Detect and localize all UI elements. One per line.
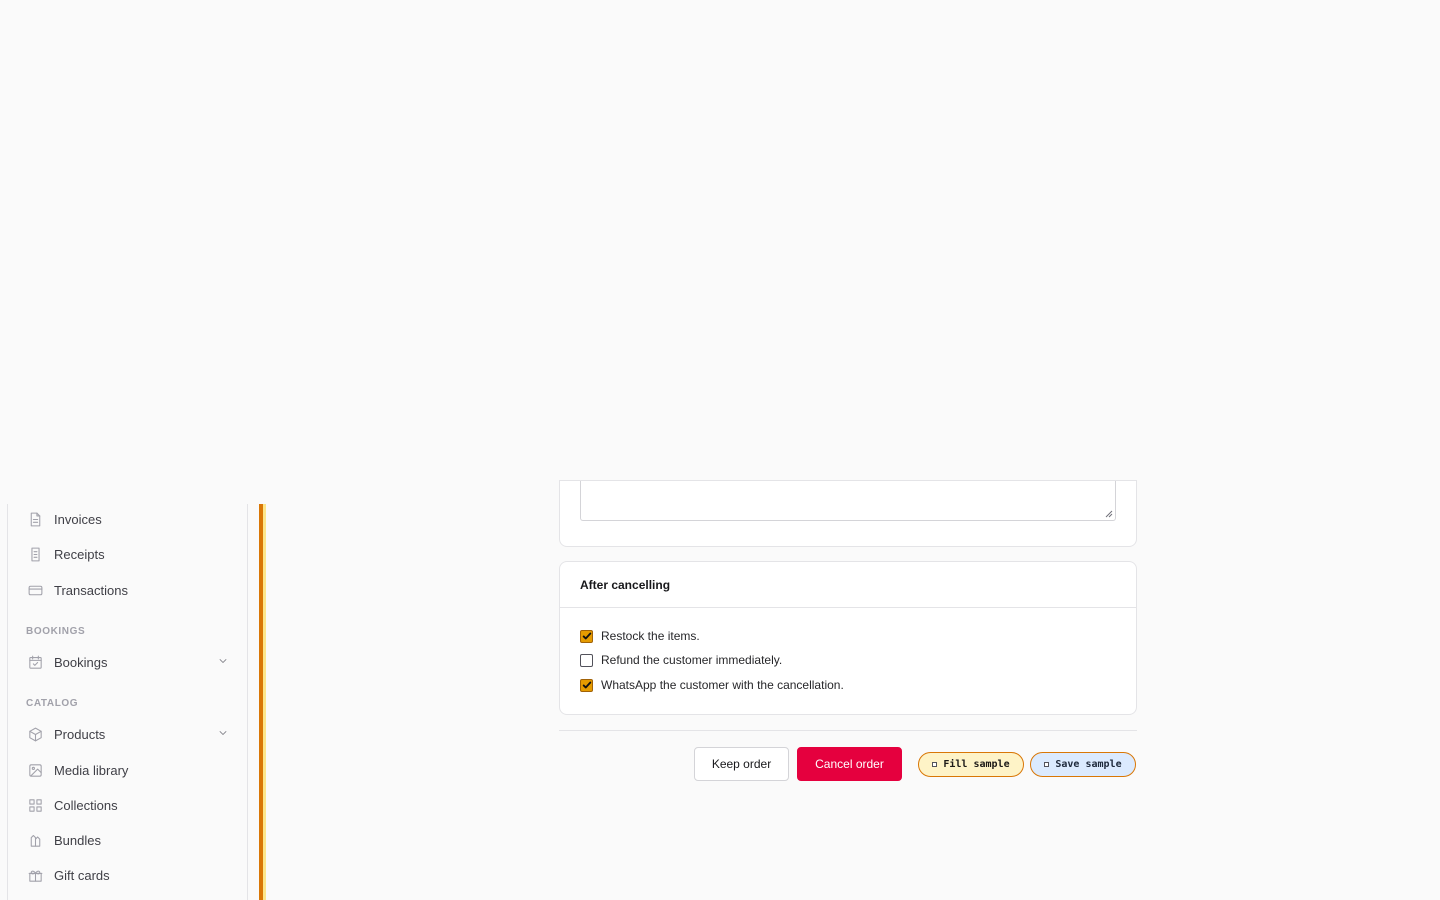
checkmark-icon (582, 632, 591, 640)
notes-card (559, 480, 1137, 547)
save-sample-label: Save sample (1055, 759, 1122, 770)
image-icon (26, 761, 44, 779)
sidebar-item-bookings[interactable]: Bookings (26, 649, 231, 675)
fill-sample-label: Fill sample (943, 759, 1010, 770)
option-whatsapp[interactable]: WhatsApp the customer with the cancellat… (580, 678, 844, 692)
calendar-check-icon (26, 653, 44, 671)
sidebar-item-collections[interactable]: Collections (26, 792, 231, 818)
chevron-down-icon[interactable] (217, 655, 231, 669)
sidebar-item-label: Products (54, 726, 106, 742)
checkmark-icon (582, 681, 591, 689)
sidebar-item-bundles[interactable]: Bundles (26, 827, 231, 853)
option-label: WhatsApp the customer with the cancellat… (601, 678, 844, 692)
sidebar-item-label: Receipts (54, 546, 105, 562)
sidebar-item-label: Gift cards (54, 867, 110, 883)
grid-icon (26, 796, 44, 814)
restock-checkbox[interactable] (580, 629, 593, 643)
sidebar-item-label: Collections (54, 797, 118, 813)
option-refund[interactable]: Refund the customer immediately. (580, 653, 782, 667)
sidebar-item-gift-cards[interactable]: Gift cards (26, 862, 231, 888)
accent-bar-soft (263, 504, 266, 900)
fill-sample-button[interactable]: Fill sample (918, 752, 1024, 777)
option-label: Refund the customer immediately. (601, 653, 783, 667)
option-restock[interactable]: Restock the items. (580, 629, 700, 643)
document-icon (26, 510, 44, 528)
bundle-icon (26, 831, 44, 849)
square-icon (932, 762, 938, 767)
sidebar-item-label: Transactions (54, 582, 128, 598)
after-cancelling-card: After cancelling Restock the items. Refu… (559, 561, 1137, 715)
sidebar-item-label: Invoices (54, 511, 102, 527)
sidebar-item-receipts[interactable]: Receipts (26, 541, 231, 567)
keep-order-button[interactable]: Keep order (694, 747, 789, 781)
sidebar-item-media-library[interactable]: Media library (26, 757, 231, 783)
sidebar-item-invoices[interactable]: Invoices (26, 506, 231, 532)
whatsapp-checkbox[interactable] (580, 678, 593, 692)
section-heading-catalog: CATALOG (26, 698, 79, 709)
actions-divider (559, 730, 1137, 731)
sidebar-item-products[interactable]: Products (26, 721, 231, 747)
sidebar: Invoices Receipts Transactions BOOKINGS … (7, 504, 248, 900)
chevron-down-icon[interactable] (217, 727, 231, 741)
refund-checkbox[interactable] (580, 653, 593, 667)
cube-icon (26, 725, 44, 743)
cancel-order-button[interactable]: Cancel order (797, 747, 902, 781)
option-label: Restock the items. (601, 629, 700, 643)
resize-handle-icon[interactable] (1105, 510, 1113, 518)
square-icon (1044, 762, 1050, 767)
receipt-icon (26, 545, 44, 563)
card-title: After cancelling (560, 562, 1136, 608)
save-sample-button[interactable]: Save sample (1030, 752, 1136, 777)
gift-icon (26, 866, 44, 884)
sidebar-item-label: Bundles (54, 832, 101, 848)
credit-card-icon (26, 581, 44, 599)
sidebar-item-transactions[interactable]: Transactions (26, 577, 231, 603)
section-heading-bookings: BOOKINGS (26, 626, 86, 637)
sidebar-item-label: Media library (54, 762, 129, 778)
notes-textarea[interactable] (580, 481, 1116, 521)
sidebar-item-label: Bookings (54, 654, 108, 670)
